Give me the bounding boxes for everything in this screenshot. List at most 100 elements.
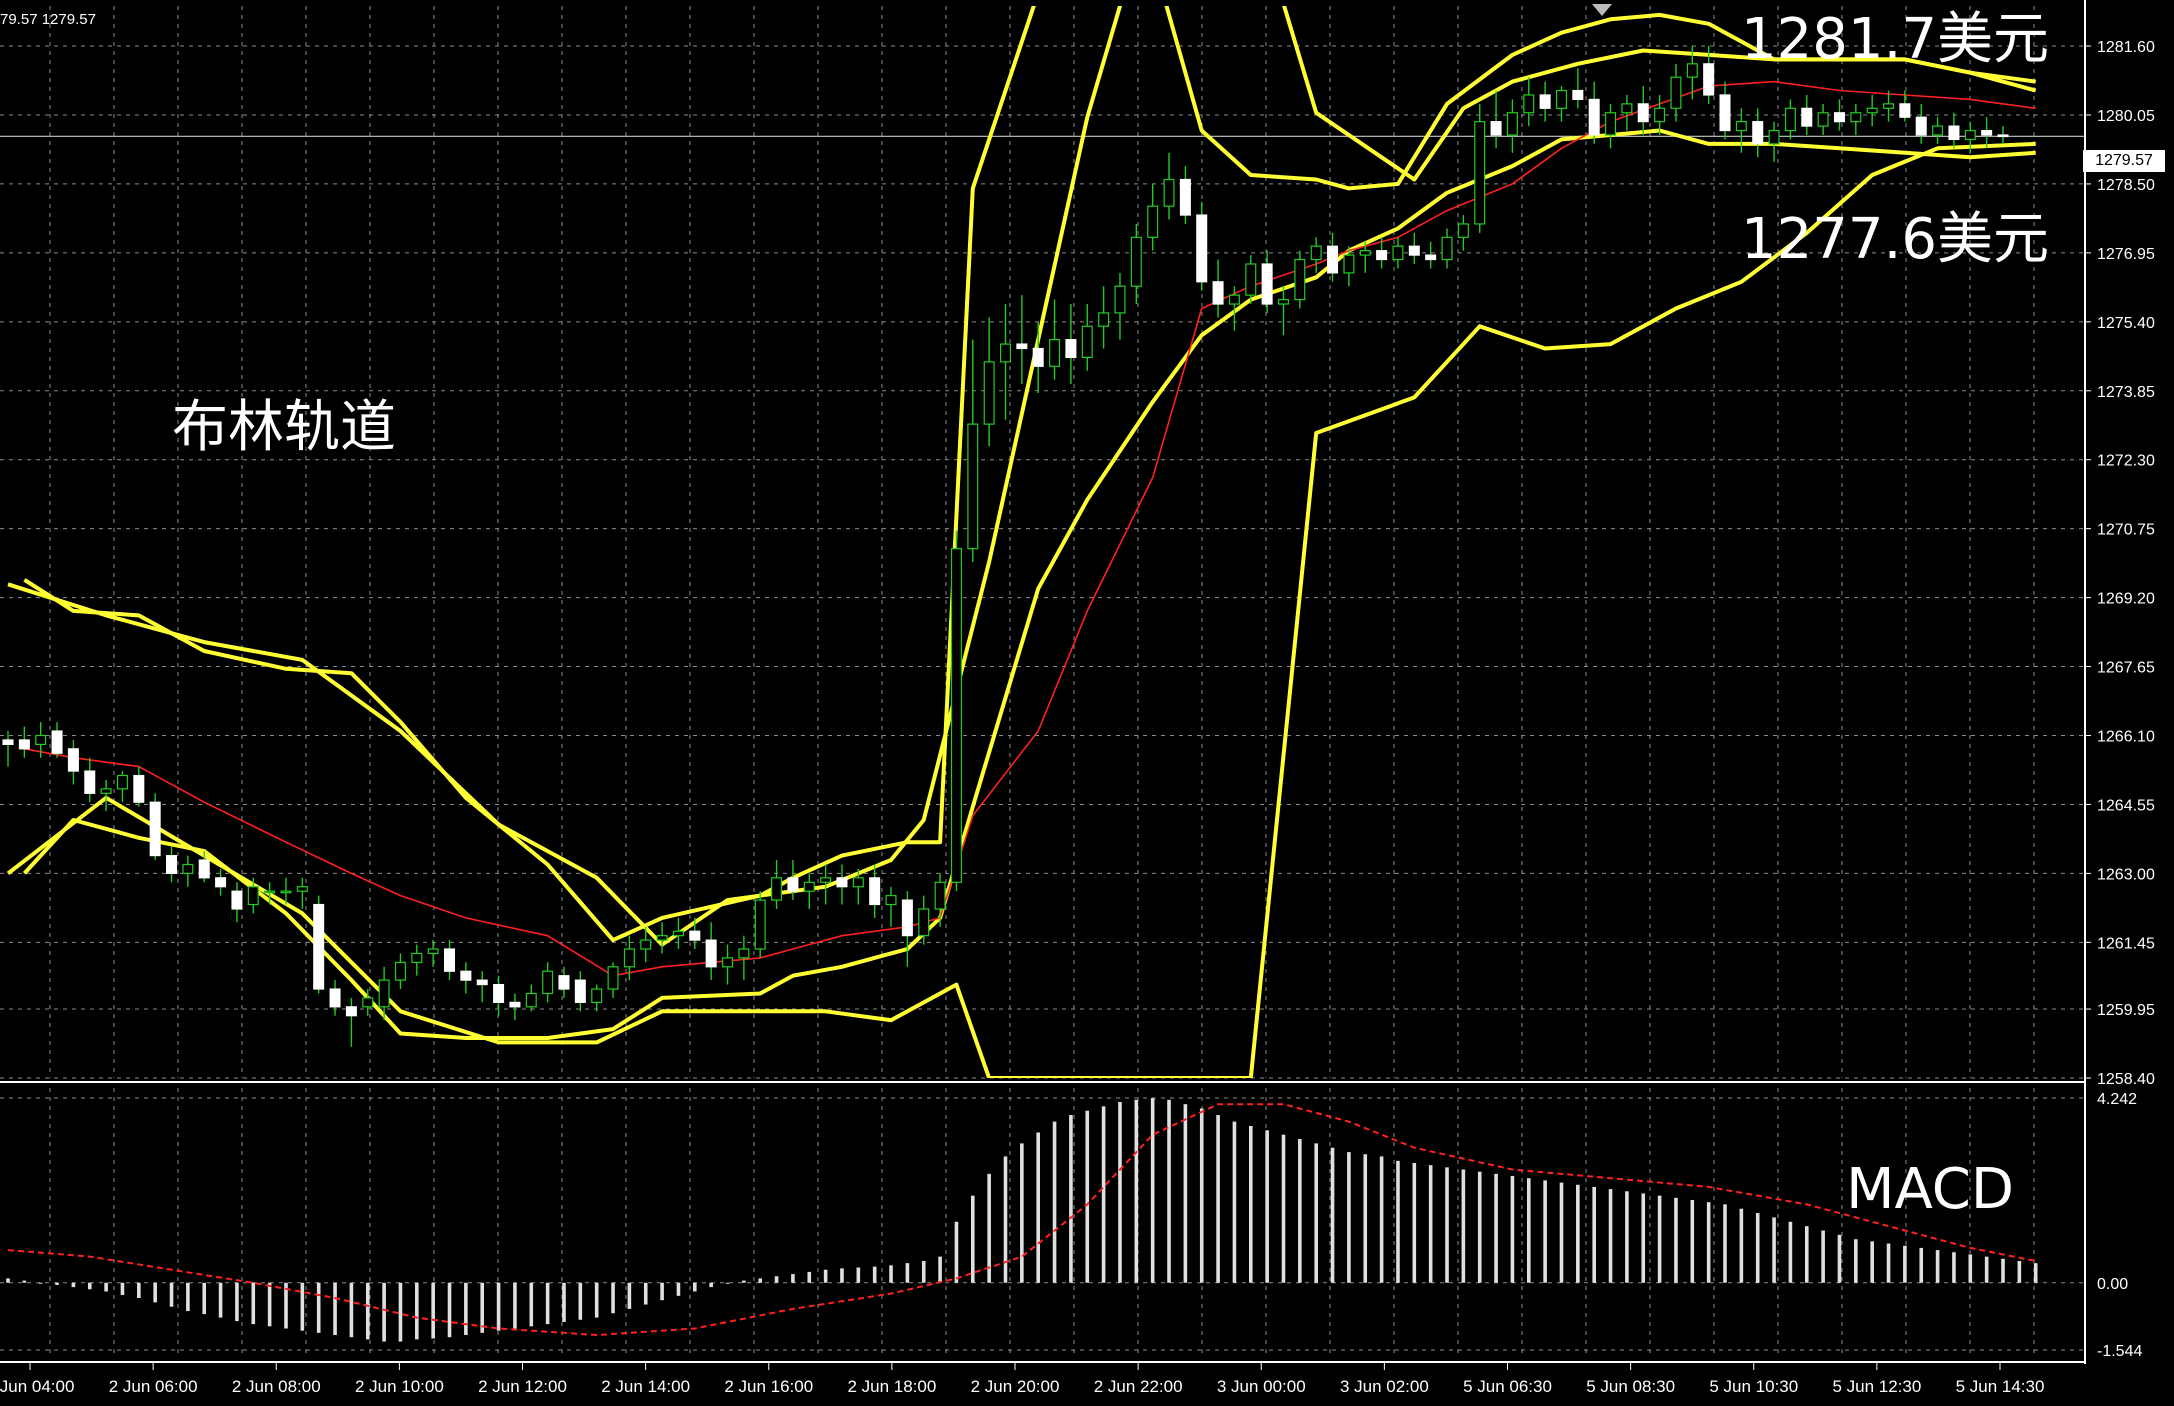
candle-body [460,970,472,981]
candle-body [1621,103,1633,114]
macd-histogram-bar [1101,1106,1106,1283]
candle-body [1114,285,1126,314]
candle-body [1179,178,1191,216]
candle-body [313,903,325,990]
price-tick-label: 1281.60 [2097,39,2155,56]
macd-histogram-bar [791,1274,795,1283]
macd-histogram-bar [545,1282,550,1325]
macd-histogram-bar [1412,1162,1417,1283]
candle-body [1425,254,1437,261]
candle-body [1654,107,1666,123]
price-tick-label: 1276.95 [2097,246,2155,263]
time-tick-label: 5 Jun 08:30 [1586,1377,1675,1396]
candle-body [803,881,815,892]
candle-body [689,930,701,941]
candle-body [591,988,603,1003]
candle-body [1130,236,1142,287]
macd-histogram-bar [954,1221,959,1283]
candle-body [771,877,783,901]
candle-body [1719,94,1731,132]
macd-histogram-bar [87,1282,92,1290]
macd-histogram-bar [349,1282,354,1338]
macd-histogram-bar [1625,1191,1629,1283]
candle-body [738,948,750,959]
candle-body [574,979,586,1003]
macd-histogram-bar [1134,1099,1139,1283]
macd-histogram-bar [431,1282,435,1339]
time-tick-label: 2 Jun 04:00 [0,1377,74,1396]
candle-body [2,739,14,745]
macd-histogram-bar [1788,1221,1793,1283]
time-tick-label: 2 Jun 14:00 [601,1377,690,1396]
macd-histogram-bar [529,1282,534,1327]
current-price-tag: 1279.57 [2083,150,2165,172]
candle-body [852,877,864,888]
candle-body [149,801,161,857]
candle-body [1474,121,1486,225]
candle-body [394,961,406,981]
macd-histogram-bar [725,1282,730,1284]
macd-histogram-bar [513,1282,517,1329]
candle-body [1147,205,1159,238]
macd-histogram-bar [872,1266,877,1283]
macd-histogram-bar [1641,1193,1646,1283]
time-tick-label: 2 Jun 06:00 [109,1377,198,1396]
candle-body [525,992,537,1008]
candle-body [754,899,766,950]
candle-body [558,975,570,990]
macd-histogram-bar [889,1265,893,1283]
macd-histogram-bar [1494,1173,1498,1283]
candle-body [607,966,619,990]
candle-body [1376,250,1388,261]
macd-histogram-bar [709,1282,713,1288]
candle-body [672,930,684,937]
candle-body [198,859,210,879]
macd-histogram-bar [1183,1104,1188,1283]
macd-histogram-bar [1984,1256,1989,1283]
price-tick-label: 1266.10 [2097,728,2155,745]
macd-histogram-bar [1968,1254,1973,1283]
price-tick-label: 1267.65 [2097,660,2155,677]
macd-histogram-bar [1477,1171,1482,1283]
candle-body [820,877,832,883]
candle-body [1212,281,1224,305]
macd-histogram-bar [905,1263,910,1283]
macd-histogram-bar [22,1280,27,1283]
candle-body [1506,112,1518,136]
macd-histogram-bar [1526,1178,1531,1283]
candle-body [67,748,79,772]
candle-body [1327,245,1339,274]
candle-body [296,886,308,892]
macd-histogram-bar [218,1282,223,1318]
price-tick-label: 1261.45 [2097,935,2155,952]
candle-body [950,548,962,883]
macd-histogram-bar [1543,1180,1547,1283]
candle-body [1441,236,1453,261]
macd-histogram-bar [1510,1176,1515,1283]
time-tick-label: 2 Jun 18:00 [847,1377,936,1396]
macd-histogram-bar [627,1282,632,1309]
price-info-text: 79.57 1279.57 [0,11,96,28]
macd-histogram-bar [1870,1241,1874,1283]
candle-body [1801,107,1813,127]
macd-histogram-bar [807,1271,812,1283]
candle-body [1670,76,1682,109]
candle-body [1163,178,1175,207]
macd-histogram-bar [1886,1243,1891,1283]
macd-histogram-bar [447,1282,452,1338]
price-tick-label: 1273.85 [2097,384,2155,401]
candle-body [836,877,848,888]
candle-body [1997,134,2009,138]
candle-body [1343,254,1355,274]
candle-body [493,983,505,1003]
price-tick-label: 1258.40 [2097,1071,2155,1088]
candle-body [51,730,63,754]
candle-body [1245,263,1257,296]
macd-histogram-bar [1085,1110,1090,1283]
candle-body [1098,312,1110,327]
candle-body [656,935,668,941]
price-tick-label: 1264.55 [2097,797,2155,814]
time-tick-label: 5 Jun 12:30 [1832,1377,1921,1396]
candle-body [1490,121,1502,136]
candle-body [1784,107,1796,132]
